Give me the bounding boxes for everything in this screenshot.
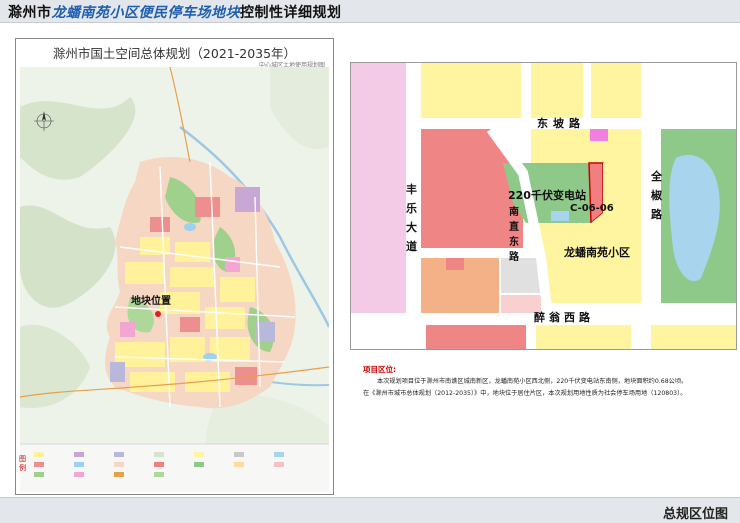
title-highlight: 龙蟠南苑小区便民停车场地块	[51, 5, 240, 21]
road-label-zuiweng: 醉翁西路	[534, 311, 594, 324]
overall-plan-map-panel: 滁州市国土空间总体规划（2021-2035年） 中心城区土地使用规划图 地块位置…	[15, 38, 334, 495]
title-prefix: 滁州市	[8, 5, 52, 21]
city-land-use-map	[20, 67, 329, 492]
header-bar: 滁州市龙蟠南苑小区便民停车场地块控制性详细规划	[0, 0, 740, 23]
note-heading: 项目区位:	[363, 365, 396, 374]
road-label-fengle: 丰乐大道	[406, 183, 417, 253]
note-line-2: 在《滁州市城市总体规划（2012-2035）》中，地块位于居住片区，本次规划用地…	[363, 390, 687, 397]
substation-label: 220千伏变电站	[508, 189, 586, 202]
project-location-note: 项目区位: 本次规划项目位于滁州市南谯区城南新区，龙蟠南苑小区西北侧，220千伏…	[363, 364, 735, 400]
document-title: 滁州市龙蟠南苑小区便民停车场地块控制性详细规划	[8, 2, 342, 22]
title-suffix: 控制性详细规划	[240, 5, 342, 21]
parcel-code-label: C-06-06	[570, 203, 614, 214]
note-line-1: 本次规划项目位于滁州市南谯区城南新区，龙蟠南苑小区西北侧，220千伏变电站东南侧…	[377, 378, 688, 385]
road-label-dongpo: 东坡路	[537, 117, 585, 130]
road-label-nanzhi: 南直东路	[509, 207, 519, 263]
community-label: 龙蟠南苑小区	[564, 246, 630, 259]
site-location-label: 地块位置	[131, 296, 171, 307]
detail-location-map-panel: 东坡路 丰乐大道 全椒路 220千伏变电站 C-06-06 南直东路 龙蟠南苑小…	[350, 62, 737, 350]
site-location-marker	[155, 311, 161, 317]
footer-title: 总规区位图	[662, 507, 728, 522]
map-legend	[20, 443, 329, 492]
road-label-quanjiao: 全椒路	[651, 170, 662, 221]
footer-bar: 总规区位图	[0, 497, 740, 523]
legend-caption: 图例	[19, 455, 26, 472]
